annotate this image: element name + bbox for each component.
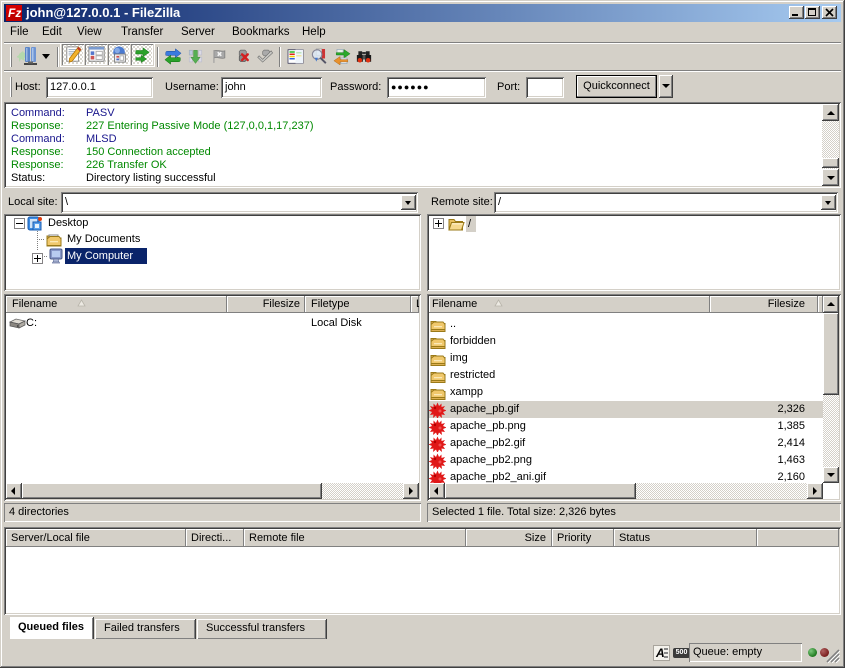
svg-text:Fz: Fz bbox=[8, 6, 21, 20]
